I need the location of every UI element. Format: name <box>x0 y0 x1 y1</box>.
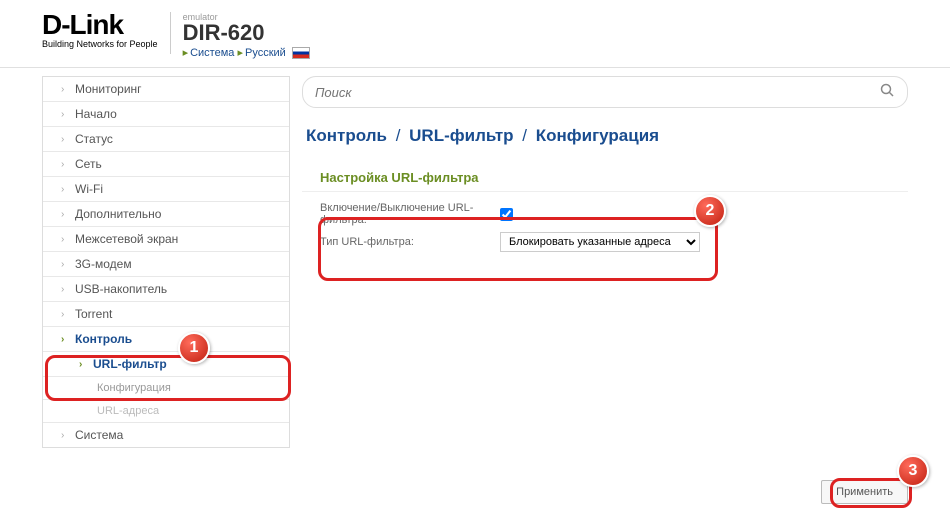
sidebar-item-system[interactable]: › Система <box>43 423 289 447</box>
chevron-right-icon: › <box>61 309 69 320</box>
sidebar-item-label: URL-фильтр <box>93 357 167 371</box>
sidebar-item-monitoring[interactable]: › Мониторинг <box>43 77 289 102</box>
brand-logo: D-Link Building Networks for People <box>42 12 158 49</box>
breadcrumb-b[interactable]: URL-фильтр <box>409 126 513 145</box>
search-bar[interactable] <box>302 76 908 108</box>
form-row-enable: Включение/Выключение URL-фильтра: <box>320 202 908 226</box>
sidebar-item-usb[interactable]: › USB-накопитель <box>43 277 289 302</box>
sidebar-item-label: Система <box>75 428 123 442</box>
header: D-Link Building Networks for People emul… <box>0 0 950 68</box>
chevron-right-icon: › <box>61 209 69 220</box>
chevron-right-icon: › <box>61 184 69 195</box>
apply-bar: Применить <box>821 480 908 504</box>
sidebar-item-label: Дополнительно <box>75 207 161 221</box>
sidebar-item-label: Статус <box>75 132 113 146</box>
enable-label: Включение/Выключение URL-фильтра: <box>320 202 500 226</box>
chevron-right-icon: › <box>61 134 69 145</box>
sidebar-item-label: Контроль <box>75 332 132 346</box>
chevron-right-icon: ▸ <box>183 47 189 59</box>
url-filter-form: Включение/Выключение URL-фильтра: Тип UR… <box>302 202 908 252</box>
section-title: Настройка URL-фильтра <box>302 170 908 192</box>
link-system[interactable]: Система <box>190 47 234 59</box>
sidebar-item-label: Мониторинг <box>75 82 142 96</box>
model-block: emulator DIR-620 ▸Система ▸Русский <box>183 12 310 59</box>
sidebar-item-label: Torrent <box>75 307 112 321</box>
sidebar-item-status[interactable]: › Статус <box>43 127 289 152</box>
sidebar-item-label: Межсетевой экран <box>75 232 178 246</box>
sidebar-item-label: Конфигурация <box>97 382 171 394</box>
breadcrumb-sep: / <box>396 126 401 145</box>
sidebar-item-firewall[interactable]: › Межсетевой экран <box>43 227 289 252</box>
main-panel: Контроль / URL-фильтр / Конфигурация Нас… <box>302 76 908 448</box>
chevron-right-icon: ▸ <box>237 47 243 59</box>
chevron-right-icon: › <box>61 284 69 295</box>
chevron-right-icon: › <box>61 334 69 345</box>
sidebar-item-network[interactable]: › Сеть <box>43 152 289 177</box>
link-language[interactable]: Русский <box>245 47 286 59</box>
chevron-right-icon: › <box>61 259 69 270</box>
sidebar-item-label: Начало <box>75 107 117 121</box>
sidebar-item-torrent[interactable]: › Torrent <box>43 302 289 327</box>
sidebar: › Мониторинг › Начало › Статус › Сеть › Wi-Fi… <box>42 76 290 448</box>
chevron-right-icon: › <box>61 234 69 245</box>
breadcrumb-sep: / <box>522 126 527 145</box>
breadcrumb: Контроль / URL-фильтр / Конфигурация <box>302 126 908 146</box>
model-name: DIR-620 <box>183 22 310 44</box>
sidebar-item-label: Wi-Fi <box>75 182 103 196</box>
sidebar-item-label: USB-накопитель <box>75 282 167 296</box>
sidebar-subsubitem-config[interactable]: Конфигурация <box>43 377 289 400</box>
chevron-right-icon: › <box>79 359 87 370</box>
sidebar-item-wifi[interactable]: › Wi-Fi <box>43 177 289 202</box>
enable-checkbox[interactable] <box>500 208 513 221</box>
sidebar-item-start[interactable]: › Начало <box>43 102 289 127</box>
chevron-right-icon: › <box>61 84 69 95</box>
flag-russia-icon <box>292 47 310 59</box>
apply-button[interactable]: Применить <box>821 480 908 504</box>
brand-text: D-Link <box>42 12 158 37</box>
header-links: ▸Система ▸Русский <box>183 46 310 59</box>
search-input[interactable] <box>315 85 880 100</box>
sidebar-item-3g[interactable]: › 3G-модем <box>43 252 289 277</box>
sidebar-item-label: Сеть <box>75 157 102 171</box>
sidebar-subsubitem-url-addresses[interactable]: URL-адреса <box>43 400 289 423</box>
brand-tagline: Building Networks for People <box>42 39 158 49</box>
form-row-type: Тип URL-фильтра: Блокировать указанные а… <box>320 232 908 252</box>
chevron-right-icon: › <box>61 109 69 120</box>
sidebar-item-control[interactable]: › Контроль <box>43 327 289 352</box>
sidebar-item-advanced[interactable]: › Дополнительно <box>43 202 289 227</box>
chevron-right-icon: › <box>61 430 69 441</box>
type-label: Тип URL-фильтра: <box>320 236 500 248</box>
search-icon <box>880 83 895 101</box>
sidebar-item-label: URL-адреса <box>97 405 159 417</box>
sidebar-subitem-url-filter[interactable]: › URL-фильтр <box>43 352 289 377</box>
breadcrumb-c: Конфигурация <box>536 126 659 145</box>
sidebar-submenu-control: › URL-фильтр Конфигурация URL-адреса <box>43 352 289 423</box>
sidebar-item-label: 3G-модем <box>75 257 132 271</box>
header-divider <box>170 12 171 54</box>
chevron-right-icon: › <box>61 159 69 170</box>
filter-type-select[interactable]: Блокировать указанные адреса <box>500 232 700 252</box>
breadcrumb-a[interactable]: Контроль <box>306 126 387 145</box>
